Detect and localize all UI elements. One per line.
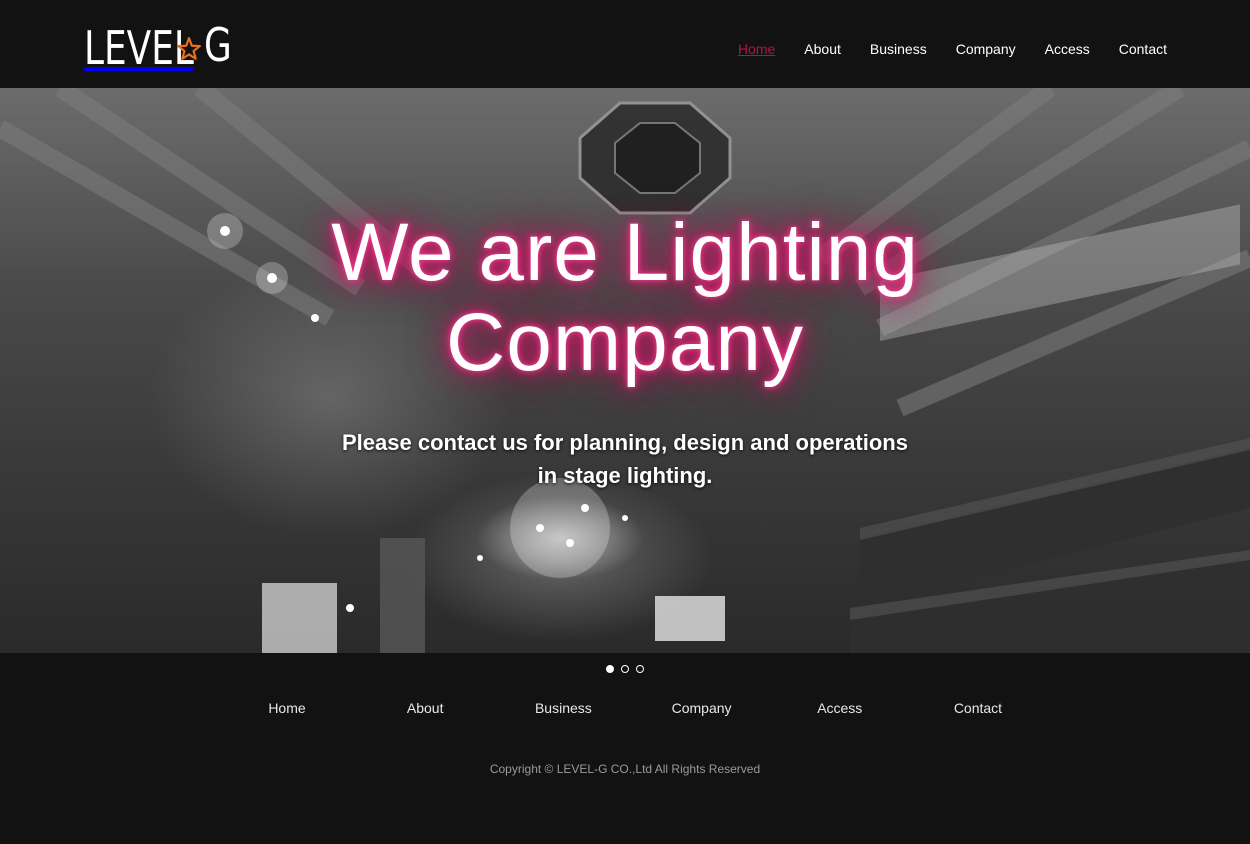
nav-business[interactable]: Business (870, 41, 927, 57)
hero-title-line-1: We are Lighting (331, 207, 919, 298)
footer-link-business[interactable]: Business (511, 700, 615, 716)
hero-subtitle: Please contact us for planning, design a… (0, 426, 1250, 492)
hero-title-line-2: Company (446, 297, 804, 388)
nav-contact[interactable]: Contact (1119, 41, 1167, 57)
slider-dot-2[interactable] (621, 665, 629, 673)
nav-company[interactable]: Company (956, 41, 1016, 57)
main-nav: Home About Business Company Access Conta… (738, 0, 1167, 98)
copyright-text: Copyright © LEVEL-G CO.,Ltd All Rights R… (489, 762, 761, 776)
slider-dot-1[interactable] (606, 665, 614, 673)
slider-dot-3[interactable] (636, 665, 644, 673)
footer-link-company[interactable]: Company (650, 700, 754, 716)
logo-letter: G (204, 18, 232, 72)
slider-pagination (0, 665, 1250, 673)
nav-about[interactable]: About (804, 41, 841, 57)
hero-title: We are Lighting Company (0, 208, 1250, 388)
hero-slider: We are Lighting Company Please contact u… (0, 88, 1250, 653)
footer-nav: Home About Business Company Access Conta… (235, 700, 1030, 716)
hero-subtitle-line-1: Please contact us for planning, design a… (342, 430, 908, 455)
site-header: LEVEL G Home About Business Company Acce… (0, 0, 1250, 88)
nav-access[interactable]: Access (1045, 41, 1090, 57)
star-icon (177, 37, 201, 60)
site-logo[interactable]: LEVEL G (84, 22, 232, 74)
footer-link-access[interactable]: Access (788, 700, 892, 716)
nav-home[interactable]: Home (738, 41, 775, 57)
footer-link-about[interactable]: About (373, 700, 477, 716)
hero-subtitle-line-2: in stage lighting. (537, 463, 713, 488)
footer-link-home[interactable]: Home (235, 700, 339, 716)
footer-link-contact[interactable]: Contact (926, 700, 1030, 716)
